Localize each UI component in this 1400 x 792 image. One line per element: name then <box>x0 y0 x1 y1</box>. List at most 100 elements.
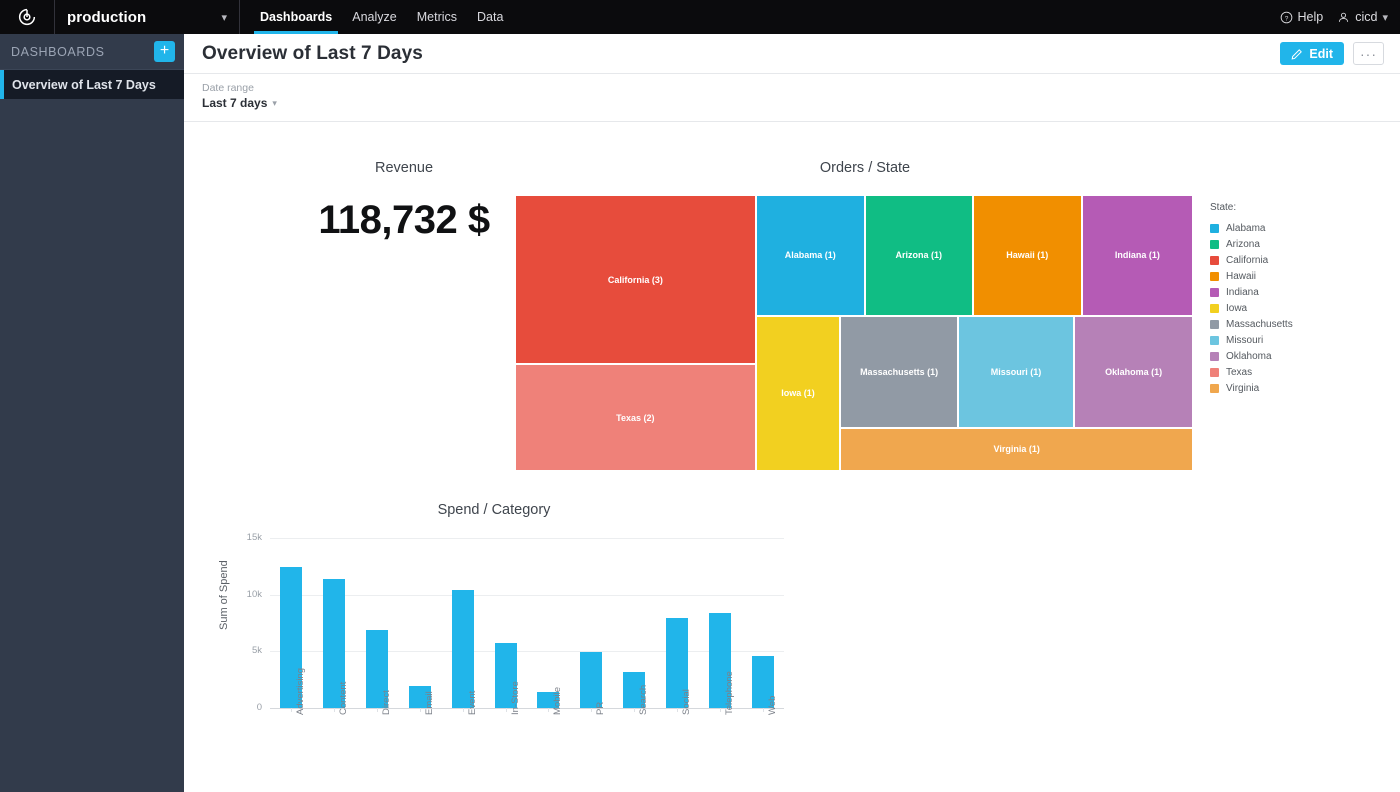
datadog-logo-icon <box>17 7 37 27</box>
x-axis-tick <box>677 708 678 712</box>
ellipsis-icon: ··· <box>1360 50 1377 58</box>
sidebar-item-overview-of-last-7-days[interactable]: Overview of Last 7 Days <box>0 70 184 99</box>
legend-label: Massachusetts <box>1226 319 1293 330</box>
treemap-tile[interactable]: Texas (2) <box>515 364 756 471</box>
x-axis-tick <box>420 708 421 712</box>
user-menu[interactable]: cicd ▾ <box>1337 10 1388 24</box>
treemap-tile[interactable]: Virginia (1) <box>840 428 1193 471</box>
dashboard-canvas: Revenue 118,732 $ Orders / State Califor… <box>184 122 1400 792</box>
legend-item[interactable]: Alabama <box>1210 220 1360 236</box>
treemap-tile[interactable]: California (3) <box>515 195 756 364</box>
y-axis-tick-label: 10k <box>224 589 262 600</box>
treemap-tile[interactable]: Missouri (1) <box>958 316 1075 428</box>
treemap-tile[interactable]: Arizona (1) <box>865 195 973 316</box>
treemap-tile-label: Texas (2) <box>616 413 654 423</box>
treemap-tile[interactable]: Hawaii (1) <box>973 195 1082 316</box>
legend-swatch <box>1210 368 1219 377</box>
y-axis-tick-label: 15k <box>224 532 262 543</box>
app-logo[interactable] <box>0 0 55 34</box>
legend-swatch <box>1210 256 1219 265</box>
x-axis-tick <box>334 708 335 712</box>
treemap-tile-label: Oklahoma (1) <box>1105 367 1162 377</box>
chevron-down-icon: ▾ <box>1382 11 1388 24</box>
page-title: Overview of Last 7 Days <box>202 43 423 65</box>
legend-label: Arizona <box>1226 239 1260 250</box>
widget-spend-by-category[interactable]: Spend / Category Sum of Spend 05k10k15kA… <box>224 502 964 768</box>
x-axis-tick-label: Social <box>681 689 692 715</box>
bar[interactable] <box>580 652 602 708</box>
treemap-plot[interactable]: California (3) Texas (2) Alabama (1) Arizon… <box>515 195 1193 471</box>
legend-item[interactable]: Missouri <box>1210 332 1360 348</box>
x-axis-tick-label: Event <box>467 691 478 715</box>
question-circle-icon: ? <box>1280 11 1293 24</box>
legend-item[interactable]: Iowa <box>1210 300 1360 316</box>
x-axis-tick-label: Mobile <box>552 687 563 715</box>
user-label: cicd <box>1355 10 1377 24</box>
legend-swatch <box>1210 320 1219 329</box>
x-axis-tick-label: Telephone <box>724 671 735 715</box>
filter-bar: Date range Last 7 days ▾ <box>184 74 1400 122</box>
x-axis-tick-label: Email <box>424 691 435 715</box>
y-axis-tick-label: 0 <box>224 702 262 713</box>
treemap-tile-label: California (3) <box>608 275 663 285</box>
x-axis-tick-label: Web <box>767 696 778 715</box>
topbar-right-group: ? Help cicd ▾ <box>1280 10 1400 24</box>
legend-label: California <box>1226 255 1268 266</box>
x-axis-tick-label: PR <box>595 702 606 715</box>
revenue-title: Revenue <box>254 160 554 176</box>
x-axis-tick-label: Advertising <box>295 668 306 715</box>
widget-orders-by-state[interactable]: Orders / State California (3)Texas (2)Al… <box>515 160 1215 471</box>
legend-swatch <box>1210 384 1219 393</box>
barchart-plot[interactable]: Sum of Spend 05k10k15kAdvertisingContent… <box>224 538 784 768</box>
nav-item-dashboards[interactable]: Dashboards <box>250 0 342 34</box>
x-axis-tick-label: Content <box>338 682 349 715</box>
chevron-down-icon: ▾ <box>221 11 227 24</box>
y-axis-tick-label: 5k <box>224 645 262 656</box>
legend-swatch <box>1210 304 1219 313</box>
legend-item[interactable]: Texas <box>1210 364 1360 380</box>
svg-text:?: ? <box>1284 15 1288 22</box>
nav-item-analyze[interactable]: Analyze <box>342 0 406 34</box>
legend-item[interactable]: Arizona <box>1210 236 1360 252</box>
edit-button[interactable]: Edit <box>1280 42 1344 65</box>
widget-revenue[interactable]: Revenue 118,732 $ <box>254 160 554 243</box>
add-dashboard-button[interactable]: + <box>154 41 175 62</box>
treemap-tile-label: Arizona (1) <box>895 250 942 260</box>
legend-item[interactable]: Massachusetts <box>1210 316 1360 332</box>
legend-item[interactable]: Hawaii <box>1210 268 1360 284</box>
treemap-tile-label: Hawaii (1) <box>1006 250 1048 260</box>
legend-item[interactable]: Oklahoma <box>1210 348 1360 364</box>
treemap-tile-label: Indiana (1) <box>1115 250 1160 260</box>
date-range-value: Last 7 days <box>202 96 267 110</box>
x-axis-tick <box>634 708 635 712</box>
legend-item[interactable]: California <box>1210 252 1360 268</box>
x-axis-tick <box>377 708 378 712</box>
treemap-tile[interactable]: Massachusetts (1) <box>840 316 957 428</box>
legend-swatch <box>1210 352 1219 361</box>
date-range-selector[interactable]: Last 7 days ▾ <box>202 96 1400 110</box>
treemap-tile[interactable]: Alabama (1) <box>756 195 865 316</box>
x-axis-tick <box>548 708 549 712</box>
treemap-tile-label: Iowa (1) <box>781 388 815 398</box>
x-axis-tick <box>291 708 292 712</box>
sidebar-item-label: Overview of Last 7 Days <box>12 78 156 92</box>
help-button[interactable]: ? Help <box>1280 10 1324 24</box>
legend-item[interactable]: Virginia <box>1210 380 1360 396</box>
treemap-tile[interactable]: Iowa (1) <box>756 316 841 471</box>
legend-label: Hawaii <box>1226 271 1256 282</box>
legend-label: Missouri <box>1226 335 1263 346</box>
nav-item-metrics[interactable]: Metrics <box>407 0 467 34</box>
user-icon <box>1337 11 1350 24</box>
legend-swatch <box>1210 272 1219 281</box>
pencil-icon <box>1291 48 1303 60</box>
treemap-tile-label: Virginia (1) <box>994 444 1040 454</box>
x-axis-tick-label: In-Store <box>510 681 521 715</box>
treemap-tile[interactable]: Indiana (1) <box>1082 195 1193 316</box>
nav-item-data[interactable]: Data <box>467 0 513 34</box>
treemap-tile-label: Massachusetts (1) <box>860 367 938 377</box>
x-axis-tick <box>591 708 592 712</box>
more-options-button[interactable]: ··· <box>1353 42 1384 65</box>
legend-item[interactable]: Indiana <box>1210 284 1360 300</box>
environment-selector[interactable]: production ▾ <box>55 0 240 34</box>
treemap-tile[interactable]: Oklahoma (1) <box>1074 316 1193 428</box>
